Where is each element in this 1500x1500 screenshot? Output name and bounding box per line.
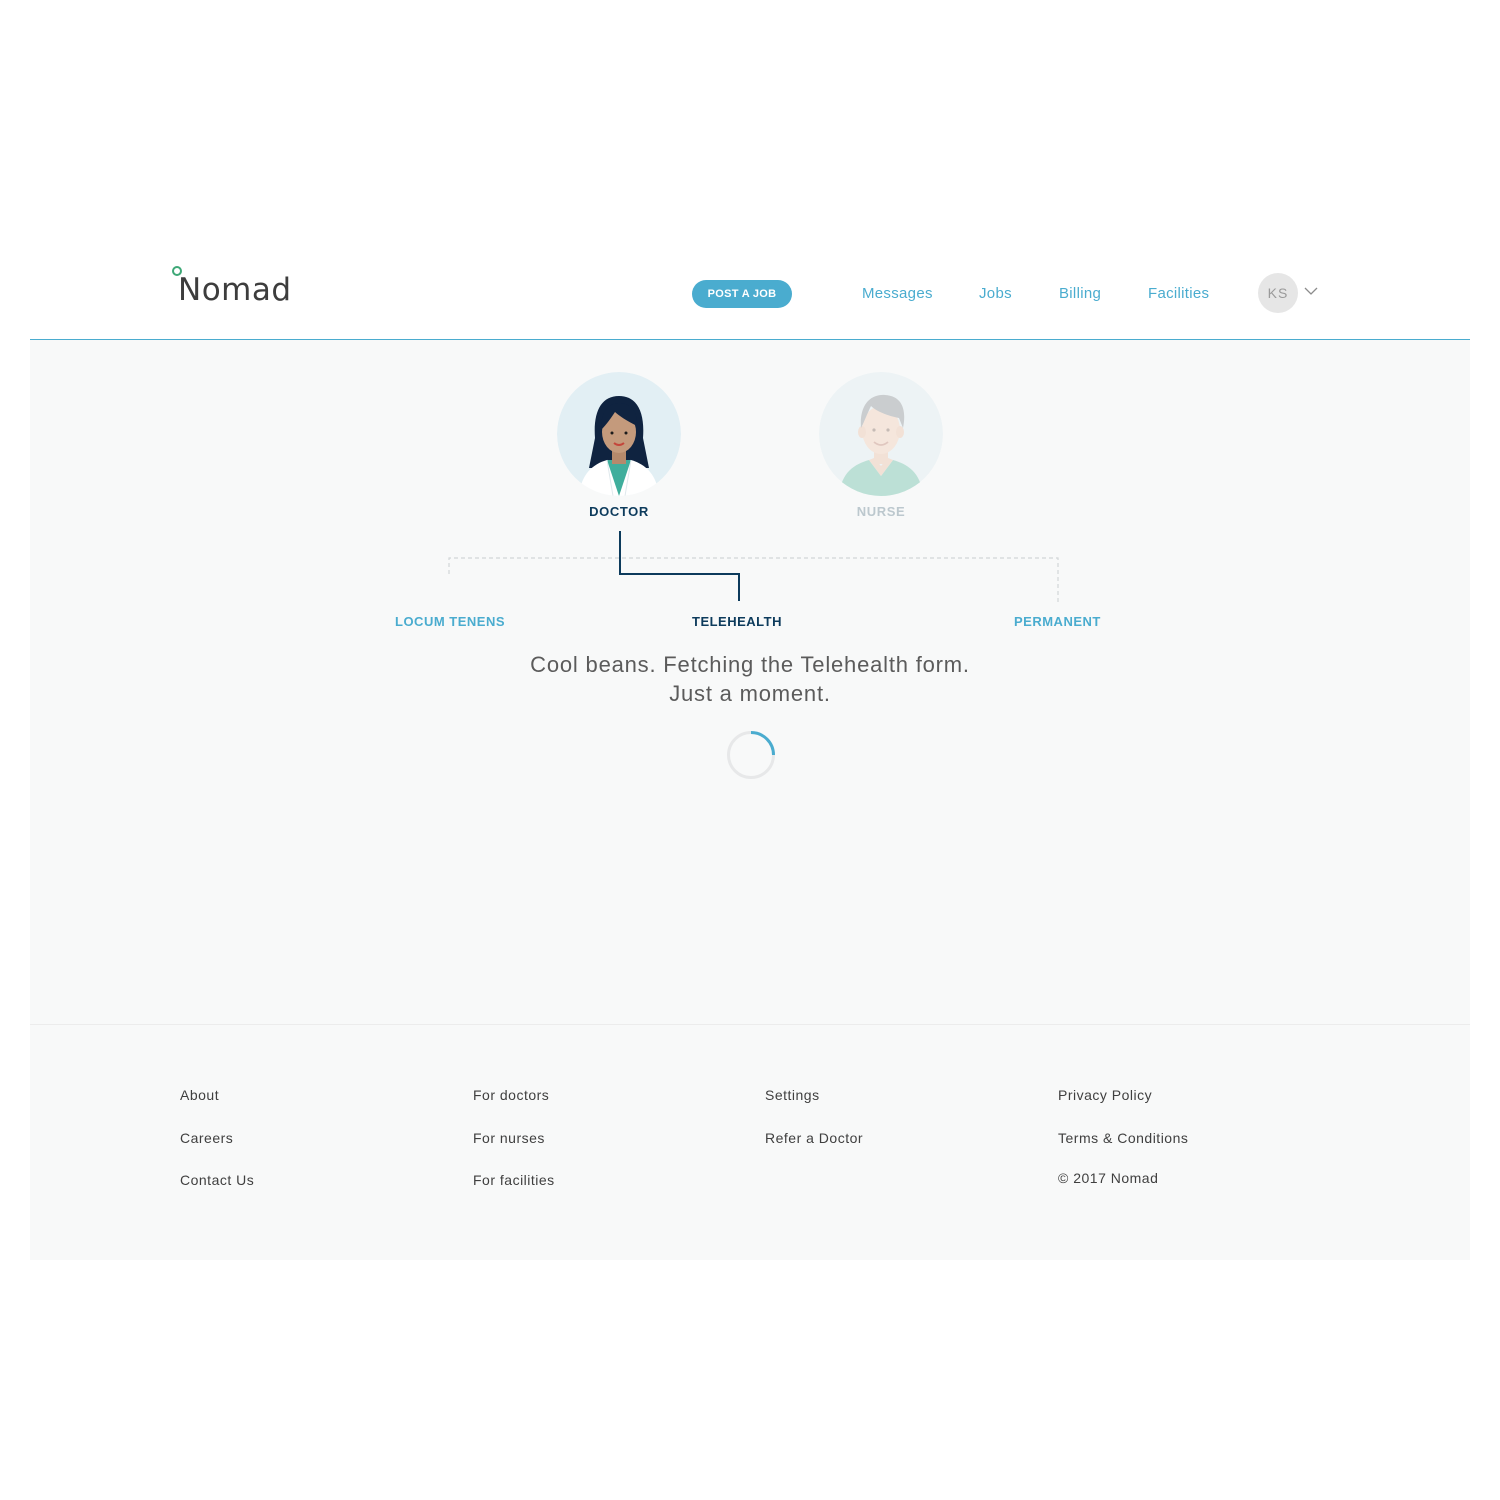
- user-avatar[interactable]: KS: [1258, 273, 1298, 313]
- doctor-avatar-icon: [557, 372, 681, 496]
- footer-link-terms-conditions[interactable]: Terms & Conditions: [1058, 1130, 1188, 1146]
- option-telehealth[interactable]: TELEHEALTH: [692, 614, 782, 629]
- nav-messages[interactable]: Messages: [862, 285, 933, 302]
- copyright-notice: © 2017 Nomad: [1058, 1170, 1159, 1186]
- nav-facilities[interactable]: Facilities: [1148, 285, 1209, 302]
- job-type-selector: DOCTOR NURSE LOCUM TENENS TELEHEALTH PER…: [30, 340, 1470, 1025]
- top-navbar: Nomad POST A JOB Messages Jobs Billing F…: [30, 240, 1470, 340]
- loading-message-line-1: Cool beans. Fetching the Telehealth form…: [530, 652, 970, 677]
- role-doctor[interactable]: DOCTOR: [554, 372, 684, 519]
- logo-wordmark: Nomad: [178, 272, 292, 308]
- role-nurse-label: NURSE: [856, 504, 906, 519]
- loading-message: Cool beans. Fetching the Telehealth form…: [450, 650, 1050, 708]
- footer-link-for-facilities[interactable]: For facilities: [473, 1172, 555, 1188]
- option-permanent[interactable]: PERMANENT: [1014, 614, 1101, 629]
- site-footer: About Careers Contact Us For doctors For…: [30, 1025, 1470, 1260]
- footer-link-privacy-policy[interactable]: Privacy Policy: [1058, 1087, 1152, 1103]
- nomad-logo[interactable]: Nomad: [170, 262, 300, 312]
- footer-link-for-doctors[interactable]: For doctors: [473, 1087, 549, 1103]
- loading-message-line-2: Just a moment.: [669, 681, 831, 706]
- option-locum-tenens[interactable]: LOCUM TENENS: [395, 614, 505, 629]
- footer-link-refer-a-doctor[interactable]: Refer a Doctor: [765, 1130, 863, 1146]
- post-a-job-button[interactable]: POST A JOB: [692, 280, 792, 308]
- footer-link-careers[interactable]: Careers: [180, 1130, 233, 1146]
- loading-spinner-icon: [727, 731, 775, 779]
- nav-billing[interactable]: Billing: [1059, 285, 1101, 302]
- selection-connector: [448, 531, 1059, 602]
- footer-link-contact-us[interactable]: Contact Us: [180, 1172, 254, 1188]
- role-nurse[interactable]: NURSE: [816, 372, 946, 519]
- role-doctor-label: DOCTOR: [589, 504, 649, 519]
- footer-link-for-nurses[interactable]: For nurses: [473, 1130, 545, 1146]
- nurse-avatar-icon: [819, 372, 943, 496]
- footer-link-settings[interactable]: Settings: [765, 1087, 820, 1103]
- app-frame: Nomad POST A JOB Messages Jobs Billing F…: [30, 240, 1470, 1260]
- nav-jobs[interactable]: Jobs: [979, 285, 1012, 302]
- chevron-down-icon[interactable]: [1304, 285, 1318, 297]
- footer-link-about[interactable]: About: [180, 1087, 219, 1103]
